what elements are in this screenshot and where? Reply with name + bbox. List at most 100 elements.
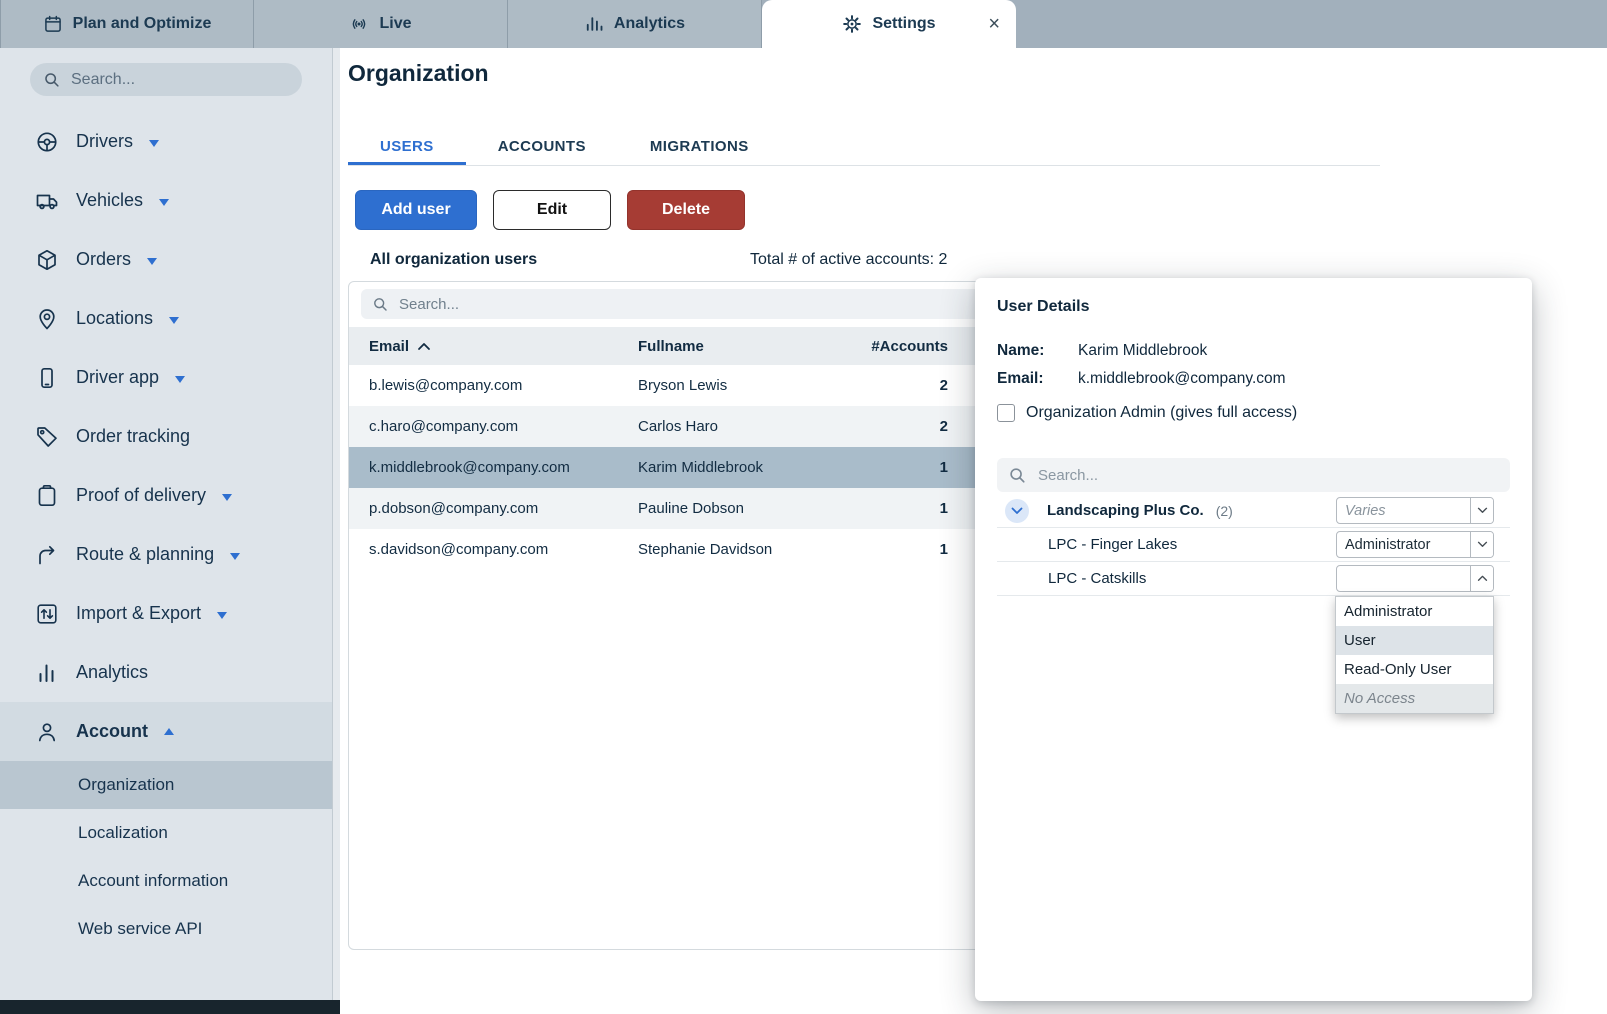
close-icon[interactable]: × (988, 14, 1000, 34)
accounts-tree: Landscaping Plus Co. (2) Varies LPC - Fi… (997, 494, 1510, 596)
sidebar-item-proof-of-delivery[interactable]: Proof of delivery (0, 466, 332, 525)
user-details-panel: User Details Name: Karim Middlebrook Ema… (975, 278, 1532, 1001)
active-accounts-total: Total # of active accounts: 2 (750, 251, 947, 269)
search-icon (1008, 466, 1026, 484)
cell-accounts: 2 (853, 377, 948, 394)
phone-icon (34, 366, 60, 390)
sidebar-search[interactable] (30, 63, 302, 96)
cell-accounts: 2 (853, 418, 948, 435)
role-select-org[interactable]: Varies (1336, 497, 1494, 524)
add-user-button[interactable]: Add user (355, 190, 477, 230)
email-value: k.middlebrook@company.com (1078, 370, 1286, 388)
cell-email: k.middlebrook@company.com (369, 459, 638, 476)
sidebar-item-route-planning[interactable]: Route & planning (0, 525, 332, 584)
sidebar-scrollbar[interactable] (332, 48, 340, 1014)
sidebar-item-analytics[interactable]: Analytics (0, 643, 332, 702)
column-header-fullname[interactable]: Fullname (638, 338, 853, 355)
sidebar-item-label: Orders (76, 249, 131, 270)
sidebar-item-label: Proof of delivery (76, 485, 206, 506)
tab-analytics[interactable]: Analytics (508, 0, 762, 48)
sidebar-item-driver-app[interactable]: Driver app (0, 348, 332, 407)
org-account-count: (2) (1216, 503, 1233, 519)
table-caption: All organization users (370, 251, 537, 269)
sidebar-item-locations[interactable]: Locations (0, 289, 332, 348)
sidebar-nav: Drivers Vehicles Orders Locations (0, 112, 332, 953)
org-tree-row[interactable]: Landscaping Plus Co. (2) Varies (997, 494, 1510, 528)
role-select-value (1337, 566, 1470, 591)
sidebar-footer-strip (0, 1000, 340, 1014)
cell-fullname: Pauline Dobson (638, 500, 853, 517)
column-header-email[interactable]: Email (369, 338, 638, 355)
sidebar-subitem-label: Account information (78, 871, 228, 891)
role-select-finger-lakes[interactable]: Administrator (1336, 531, 1494, 558)
calendar-icon (43, 14, 63, 34)
tab-migrations[interactable]: MIGRATIONS (618, 128, 781, 165)
bar-chart-icon (584, 14, 604, 34)
cell-fullname: Stephanie Davidson (638, 541, 853, 558)
sidebar-item-web-service-api[interactable]: Web service API (0, 905, 332, 953)
truck-icon (34, 189, 60, 213)
org-admin-row: Organization Admin (gives full access) (997, 404, 1297, 422)
account-tree-row[interactable]: LPC - Catskills (997, 562, 1510, 596)
search-icon (372, 296, 388, 312)
column-header-accounts[interactable]: #Accounts (853, 338, 948, 355)
dropdown-option-no-access[interactable]: No Access (1336, 684, 1493, 713)
sidebar-item-vehicles[interactable]: Vehicles (0, 171, 332, 230)
tab-accounts[interactable]: ACCOUNTS (466, 128, 618, 165)
sidebar-subitem-label: Web service API (78, 919, 202, 939)
chevron-down-icon (222, 494, 232, 501)
live-icon (349, 14, 369, 34)
settings-tab-strip: USERS ACCOUNTS MIGRATIONS (348, 128, 1380, 166)
import-export-icon (34, 602, 60, 626)
org-admin-checkbox[interactable] (997, 404, 1015, 422)
chevron-down-icon[interactable] (1005, 499, 1029, 523)
tab-label: Live (379, 15, 411, 33)
tab-live[interactable]: Live (254, 0, 508, 48)
person-icon (34, 720, 60, 744)
role-dropdown-menu: Administrator User Read-Only User No Acc… (1335, 596, 1494, 714)
sidebar-item-import-export[interactable]: Import & Export (0, 584, 332, 643)
delete-button[interactable]: Delete (627, 190, 745, 230)
edit-button[interactable]: Edit (493, 190, 611, 230)
sidebar-item-order-tracking[interactable]: Order tracking (0, 407, 332, 466)
cell-email: c.haro@company.com (369, 418, 638, 435)
tag-icon (34, 425, 60, 449)
chevron-down-icon[interactable] (1470, 498, 1493, 523)
chevron-down-icon (159, 199, 169, 206)
sidebar-item-localization[interactable]: Localization (0, 809, 332, 857)
dropdown-option-user[interactable]: User (1336, 626, 1493, 655)
sidebar-item-drivers[interactable]: Drivers (0, 112, 332, 171)
accounts-search[interactable] (997, 458, 1510, 492)
tab-settings[interactable]: Settings × (762, 0, 1016, 48)
cell-email: s.davidson@company.com (369, 541, 638, 558)
sidebar-item-account-information[interactable]: Account information (0, 857, 332, 905)
tab-plan-and-optimize[interactable]: Plan and Optimize (0, 0, 254, 48)
dropdown-option-read-only-user[interactable]: Read-Only User (1336, 655, 1493, 684)
chevron-down-icon (175, 376, 185, 383)
tab-users[interactable]: USERS (348, 128, 466, 165)
sidebar-item-label: Order tracking (76, 426, 190, 447)
role-select-value: Varies (1337, 498, 1470, 523)
sidebar-subitem-label: Organization (78, 775, 174, 795)
chevron-up-icon[interactable] (1470, 566, 1493, 591)
sidebar-item-label: Import & Export (76, 603, 201, 624)
sidebar-item-label: Route & planning (76, 544, 214, 565)
account-name: LPC - Catskills (1048, 570, 1146, 587)
sidebar-search-input[interactable] (69, 70, 289, 90)
package-icon (34, 248, 60, 272)
dropdown-option-administrator[interactable]: Administrator (1336, 597, 1493, 626)
sidebar-subitem-label: Localization (78, 823, 168, 843)
sidebar-item-organization[interactable]: Organization (0, 761, 332, 809)
page-title: Organization (348, 60, 489, 87)
chevron-down-icon (149, 140, 159, 147)
sidebar-item-account[interactable]: Account (0, 702, 332, 761)
chevron-down-icon[interactable] (1470, 532, 1493, 557)
sidebar-item-orders[interactable]: Orders (0, 230, 332, 289)
chevron-up-icon (164, 728, 174, 735)
accounts-search-input[interactable] (1036, 466, 1499, 485)
sidebar: Drivers Vehicles Orders Locations (0, 48, 332, 1014)
cell-fullname: Bryson Lewis (638, 377, 853, 394)
bar-chart-icon (34, 661, 60, 685)
account-tree-row[interactable]: LPC - Finger Lakes Administrator (997, 528, 1510, 562)
role-select-catskills[interactable] (1336, 565, 1494, 592)
